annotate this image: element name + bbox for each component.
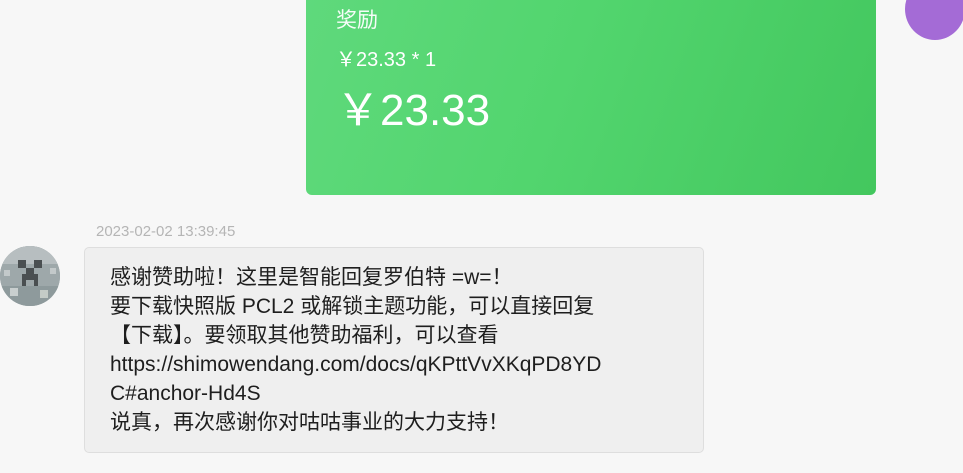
- bot-avatar[interactable]: [0, 246, 60, 306]
- order-title: 奖励: [336, 9, 378, 32]
- order-card[interactable]: 奖励 ￥23.33 * 1 ￥23.33: [306, 0, 876, 195]
- message-line: 【下载】。要领取其他赞助福利，可以查看: [110, 324, 499, 347]
- order-price-line: ￥23.33 * 1: [336, 49, 437, 71]
- chat-area: 奖励 ￥23.33 * 1 ￥23.33 2023-02-02 13:39:45…: [0, 0, 963, 473]
- message-link-line[interactable]: https://shimowendang.com/docs/qKPttVvXKq…: [110, 350, 677, 379]
- message-link-line[interactable]: C#anchor-Hd4S: [110, 379, 677, 408]
- message-timestamp: 2023-02-02 13:39:45: [96, 223, 236, 240]
- message-line: 说真，再次感谢你对咕咕事业的大力支持！: [110, 411, 509, 434]
- creeper-avatar-icon: [0, 246, 60, 306]
- self-avatar[interactable]: [905, 0, 963, 40]
- message-line: 感谢赞助啦！这里是智能回复罗伯特 =w=！: [110, 266, 513, 289]
- message-line: 要下载快照版 PCL2 或解锁主题功能，可以直接回复: [110, 295, 595, 318]
- order-total: ￥23.33: [336, 86, 491, 135]
- message-bubble[interactable]: 感谢赞助啦！这里是智能回复罗伯特 =w=！ 要下载快照版 PCL2 或解锁主题功…: [84, 247, 704, 453]
